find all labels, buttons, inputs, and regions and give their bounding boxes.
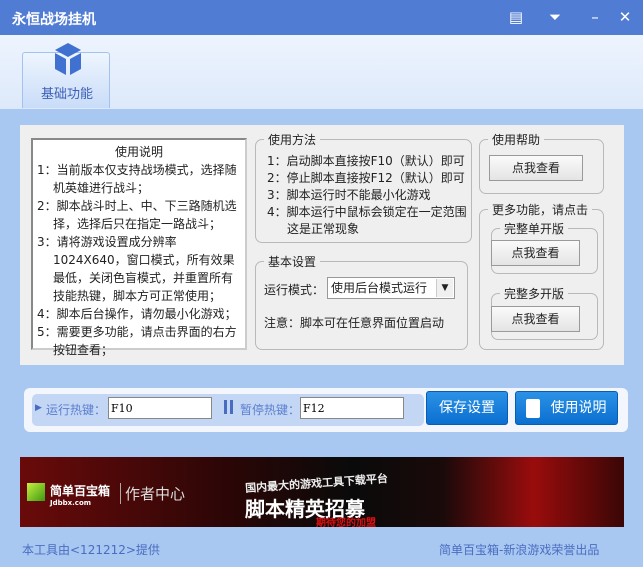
usage-line: 2：停止脚本直接按F12（默认）即可 xyxy=(267,171,465,185)
multi-version-title: 完整多开版 xyxy=(504,287,565,301)
note-text: 注意：脚本可在任意界面位置启动 xyxy=(264,316,445,330)
mode-select[interactable]: 使用后台模式运行 ▼ xyxy=(327,277,455,299)
more-functions-title: 更多功能，请点击 xyxy=(492,203,589,217)
usage-line: 4：脚本运行中鼠标会锁定在一定范围 xyxy=(267,205,467,219)
single-version-title: 完整单开版 xyxy=(504,222,565,236)
cube-icon xyxy=(55,43,81,75)
save-settings-button[interactable]: 保存设置 xyxy=(426,391,508,425)
instruction-item: 4：脚本后台操作，请勿最小化游戏； xyxy=(37,307,237,321)
banner-brand: 简单百宝箱 xyxy=(50,484,111,498)
footer-publisher-link[interactable]: 简单百宝箱-新浪游戏荣誉出品 xyxy=(439,541,599,558)
instruction-item: 3：请将游戏设置成分辨率1024X640，窗口模式，所有效果最低，关闭色盲模式，… xyxy=(37,235,235,303)
basic-settings-title: 基本设置 xyxy=(268,255,317,269)
minimize-icon[interactable]: – xyxy=(584,8,606,26)
basic-settings-group: 基本设置 xyxy=(255,253,468,350)
run-hotkey-input[interactable] xyxy=(108,397,212,419)
run-hotkey-label: 运行热键： xyxy=(46,403,107,417)
window-title: 永恒战场挂机 xyxy=(12,12,96,28)
usage-line: 3：脚本运行时不能最小化游戏 xyxy=(267,188,431,202)
usage-title: 使用方法 xyxy=(268,133,317,147)
usage-line: 这是正常现象 xyxy=(287,222,360,236)
tab-label: 基础功能 xyxy=(40,87,93,102)
menu-dropdown-icon[interactable]: ⏷ xyxy=(544,8,566,26)
chevron-down-icon[interactable]: ▼ xyxy=(436,279,453,297)
instructions-box[interactable]: 使用说明 1：当前版本仅支持战场模式，选择随机英雄进行战斗； 2：脚本战斗时上、… xyxy=(31,138,247,357)
manual-button[interactable]: 使用说明 xyxy=(515,391,618,425)
feedback-icon[interactable]: ▤ xyxy=(505,8,527,26)
ad-banner[interactable]: 简单百宝箱 Jdbbx.com 作者中心 国内最大的游戏工具下载平台 脚本精英招… xyxy=(20,457,624,529)
pause-icon-bar xyxy=(230,400,233,414)
mode-value: 使用后台模式运行 xyxy=(331,281,428,295)
banner-line3: 期待您的加盟 xyxy=(316,518,376,529)
pause-icon xyxy=(224,400,227,414)
close-icon[interactable]: ✕ xyxy=(614,8,636,26)
manual-button-label: 使用说明 xyxy=(550,400,607,416)
help-title: 使用帮助 xyxy=(492,133,541,147)
mode-label: 运行模式： xyxy=(264,283,325,297)
document-icon xyxy=(526,399,540,418)
instructions-title: 使用说明 xyxy=(114,145,163,159)
play-icon: ▶ xyxy=(35,403,42,413)
help-view-button[interactable]: 点我查看 xyxy=(489,155,583,181)
pause-hotkey-input[interactable] xyxy=(300,397,404,419)
tab-basic-functions[interactable]: 基础功能 xyxy=(22,43,110,108)
banner-domain: Jdbbx.com xyxy=(50,499,92,507)
footer-provider: 本工具由<121212>提供 xyxy=(22,543,160,557)
instruction-item: 1：当前版本仅支持战场模式，选择随机英雄进行战斗； xyxy=(37,163,237,195)
single-version-button[interactable]: 点我查看 xyxy=(491,240,580,266)
usage-line: 1：启动脚本直接按F10（默认）即可 xyxy=(267,154,465,168)
pause-hotkey-label: 暂停热键： xyxy=(240,403,301,417)
banner-center: 作者中心 xyxy=(120,483,185,504)
instruction-item: 2：脚本战斗时上、中、下三路随机选择，选择后只在指定一路战斗； xyxy=(37,199,237,231)
brand-logo-icon xyxy=(27,483,45,501)
instruction-item: 5：需要更多功能，请点击界面的右方按钮查看； xyxy=(37,325,237,357)
multi-version-button[interactable]: 点我查看 xyxy=(491,306,580,332)
